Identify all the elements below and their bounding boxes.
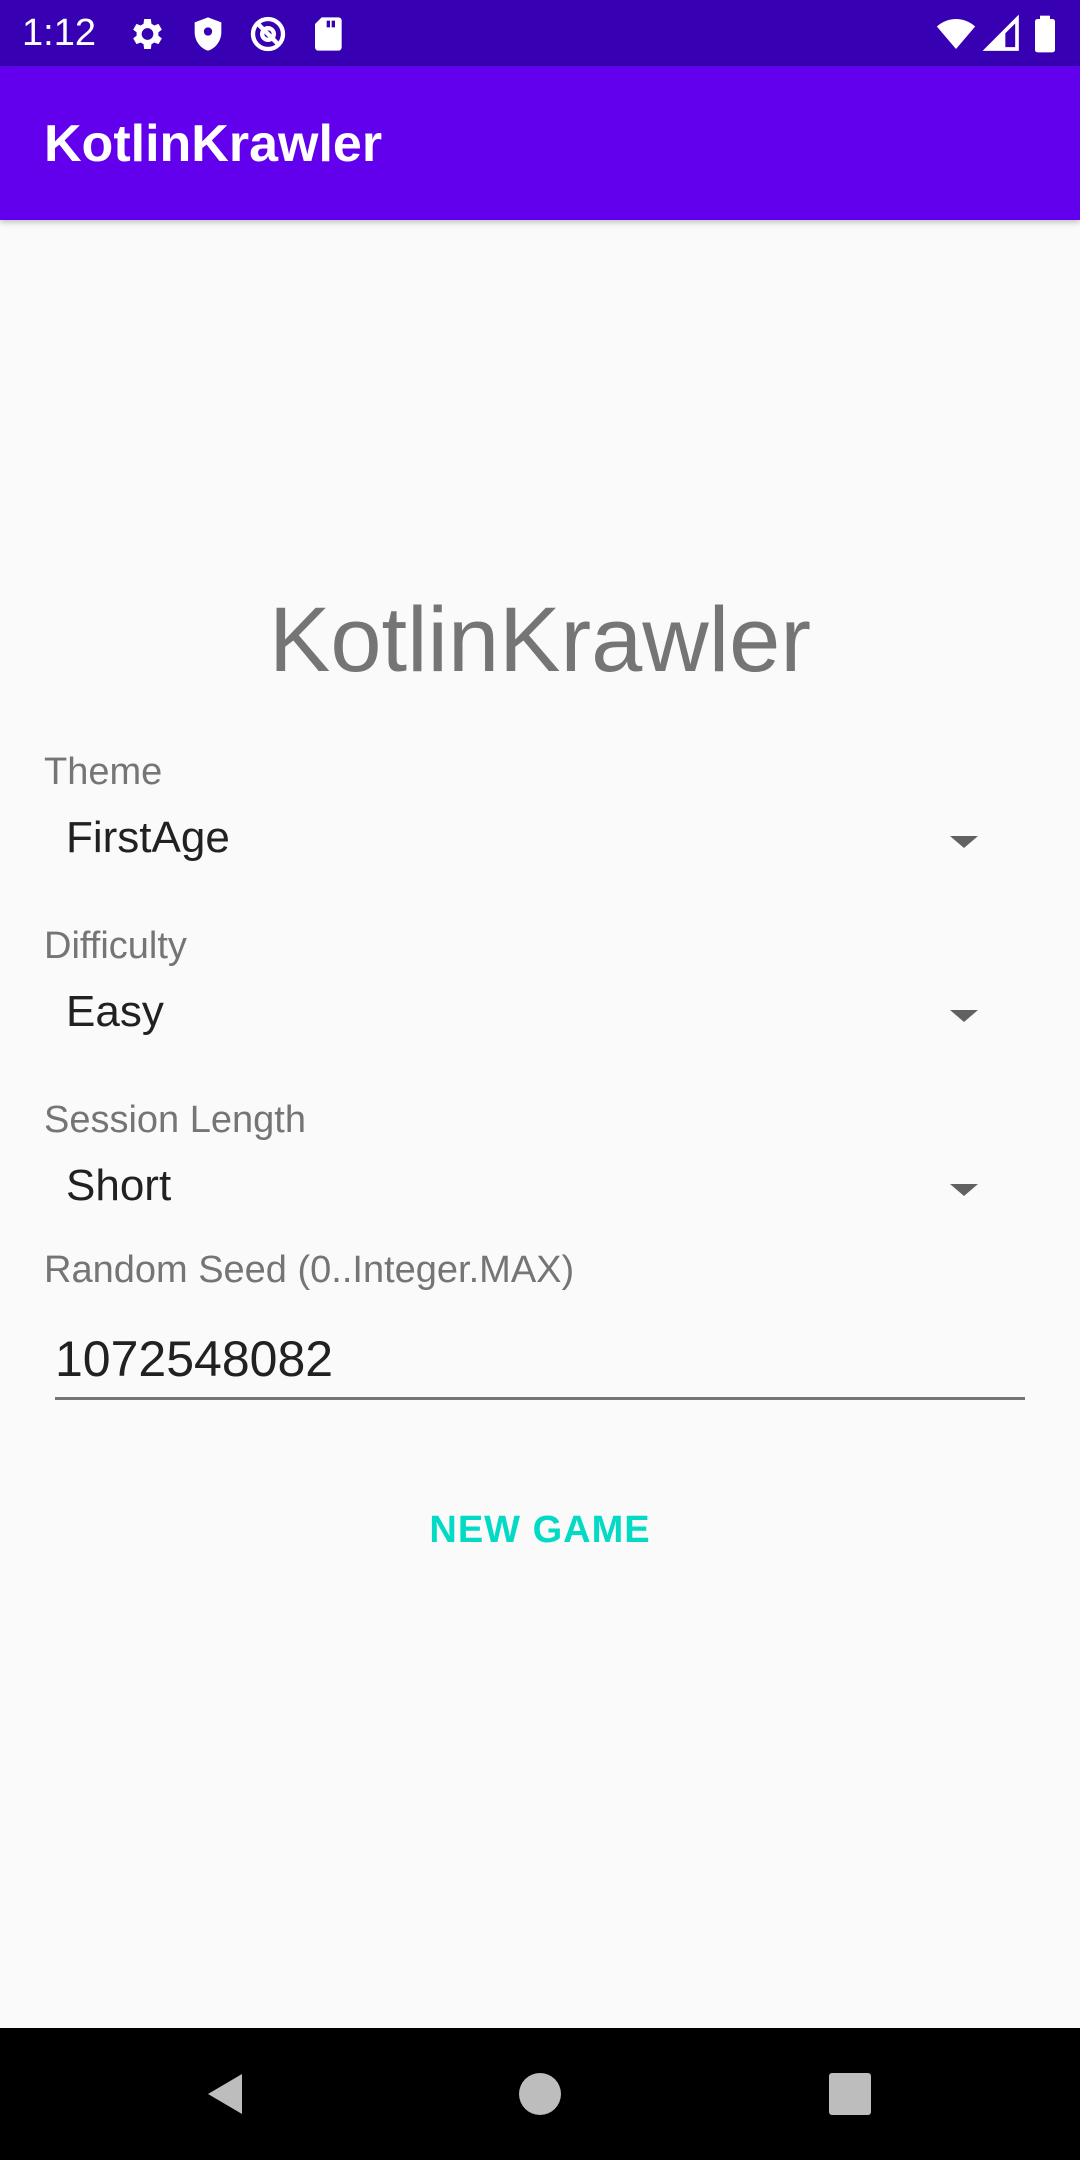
at-sign-icon	[250, 16, 286, 52]
difficulty-spinner[interactable]: Easy	[44, 970, 994, 1060]
wifi-icon	[936, 19, 976, 49]
session-length-value: Short	[66, 1161, 172, 1210]
session-length-spinner[interactable]: Short	[44, 1144, 994, 1234]
new-game-button[interactable]: NEW GAME	[340, 1480, 740, 1580]
theme-value: FirstAge	[66, 813, 230, 862]
difficulty-value: Easy	[66, 987, 164, 1036]
status-bar: 1:12	[0, 0, 1080, 66]
back-icon[interactable]	[196, 2064, 256, 2124]
random-seed-label: Random Seed (0..Integer.MAX)	[44, 1249, 575, 1291]
page-title: KotlinKrawler	[269, 589, 811, 691]
gear-icon	[133, 19, 162, 49]
dropdown-arrow-icon	[950, 1010, 978, 1022]
difficulty-label: Difficulty	[44, 925, 187, 967]
navigation-bar	[0, 2028, 1080, 2160]
app-bar: KotlinKrawler	[0, 66, 1080, 220]
session-length-label: Session Length	[44, 1099, 306, 1141]
theme-spinner[interactable]: FirstAge	[44, 796, 994, 886]
dropdown-arrow-icon	[950, 836, 978, 848]
sd-card-icon	[315, 17, 342, 51]
status-time: 1:12	[22, 12, 96, 54]
home-icon[interactable]	[510, 2064, 570, 2124]
new-game-form: KotlinKrawler Theme FirstAge Difficulty …	[0, 220, 1080, 2028]
signal-icon	[982, 14, 1019, 51]
dropdown-arrow-icon	[950, 1184, 978, 1196]
random-seed-input[interactable]	[55, 1320, 1025, 1400]
shield-icon	[194, 17, 222, 51]
theme-label: Theme	[44, 751, 163, 793]
app-bar-title: KotlinKrawler	[44, 115, 383, 173]
battery-icon	[1035, 15, 1055, 53]
recents-icon[interactable]	[820, 2064, 880, 2124]
